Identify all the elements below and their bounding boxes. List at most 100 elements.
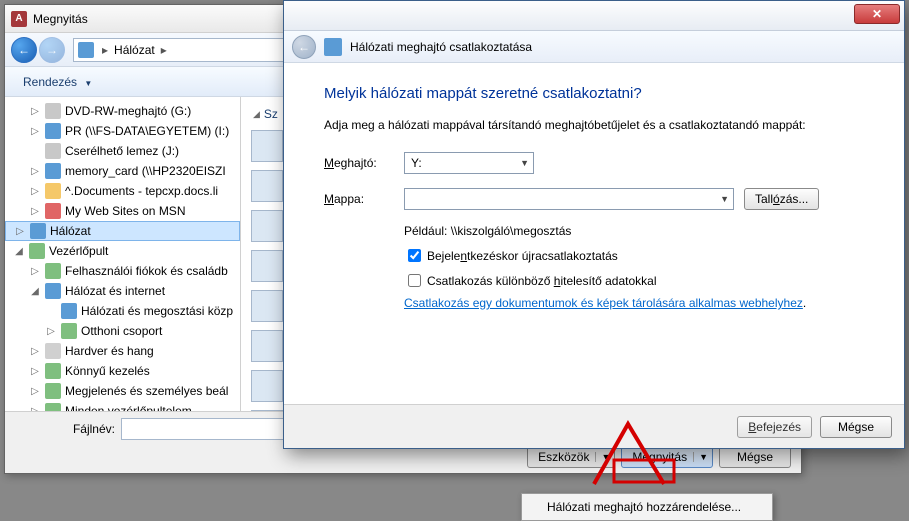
computer-icon (251, 330, 283, 362)
breadcrumb-root[interactable]: Hálózat (110, 43, 159, 57)
reconnect-checkbox[interactable]: Bejelentkezéskor újracsatlakoztatás (404, 246, 870, 265)
open-button-menu[interactable]: Hálózati meghajtó hozzárendelése... (521, 493, 773, 521)
tree-item[interactable]: ▷Felhasználói fiókok és családb (5, 261, 240, 281)
wizard-cancel-button[interactable]: Mégse (820, 416, 892, 438)
tree-item-label: Cserélhető lemez (J:) (65, 144, 179, 158)
tree-item-label: Hálózat (50, 224, 91, 238)
tree-item[interactable]: ▷Hardver és hang (5, 341, 240, 361)
disclosure-icon[interactable]: ▷ (29, 346, 41, 357)
ctrl-icon (45, 363, 61, 379)
wizard-back-button[interactable]: ← (292, 35, 316, 59)
computer-icon (251, 210, 283, 242)
network-drive-icon (324, 38, 342, 56)
example-hint: Például: \\kiszolgáló\megosztás (404, 224, 870, 238)
web-icon (45, 203, 61, 219)
tree-item-label: Otthoni csoport (81, 324, 162, 338)
disclosure-icon[interactable]: ▷ (29, 106, 41, 117)
folder-combo[interactable]: ▼ (404, 188, 734, 210)
tree-item[interactable]: ▷Megjelenés és személyes beál (5, 381, 240, 401)
other-credentials-checkbox[interactable]: Csatlakozás különböző hitelesítő adatokk… (404, 271, 870, 290)
ctrl-icon (45, 383, 61, 399)
tree-item[interactable]: Hálózati és megosztási közp (5, 301, 240, 321)
computer-icon (251, 290, 283, 322)
tree-item[interactable]: ◢ Vezérlőpult (5, 241, 240, 261)
tree-item[interactable]: ▷ Otthoni csoport (5, 321, 240, 341)
tree-item[interactable]: ▷ Minden vezérlőpultelem (5, 401, 240, 411)
tree-item-label: PR (\\FS-DATA\EGYETEM) (I:) (65, 124, 229, 138)
open-button[interactable]: Megnyitás ▼ (621, 446, 713, 468)
tree-item[interactable]: ◢ Hálózat és internet (5, 281, 240, 301)
disclosure-icon[interactable]: ◢ (13, 246, 25, 257)
tree-item-label: ^.Documents - tepcxp.docs.li (65, 184, 218, 198)
tree-item-label: My Web Sites on MSN (65, 204, 185, 218)
tree-item-label: Minden vezérlőpultelem (65, 404, 192, 411)
drive-icon (45, 103, 61, 119)
computer-icon (251, 250, 283, 282)
close-button[interactable]: ✕ (854, 4, 900, 24)
disclosure-icon[interactable]: ▷ (29, 206, 41, 217)
tree-item[interactable]: ▷ PR (\\FS-DATA\EGYETEM) (I:) (5, 121, 240, 141)
disclosure-icon[interactable]: ▷ (29, 406, 41, 412)
disclosure-icon[interactable]: ▷ (29, 386, 41, 397)
folder-tree[interactable]: ▷DVD-RW-meghajtó (G:)▷PR (\\FS-DATA\EGYE… (5, 97, 241, 411)
generic-icon (45, 343, 61, 359)
disclosure-icon[interactable]: ▷ (29, 186, 41, 197)
wizard-header: ← Hálózati meghajtó csatlakoztatása (284, 31, 904, 63)
nav-back-button[interactable]: ← (11, 37, 37, 63)
net-icon (30, 223, 46, 239)
disclosure-icon[interactable]: ◢ (29, 286, 41, 297)
tree-item[interactable]: ▷Könnyű kezelés (5, 361, 240, 381)
app-icon: A (11, 11, 27, 27)
wizard-titlebar[interactable]: ✕ (284, 1, 904, 31)
disclosure-icon[interactable]: ▷ (29, 166, 41, 177)
ctrl-icon (45, 403, 61, 411)
disclosure-icon[interactable]: ▷ (45, 326, 57, 337)
tree-item[interactable]: ▷ memory_card (\\HP2320EISZI (5, 161, 240, 181)
tree-item[interactable]: ▷ Hálózat (5, 221, 240, 241)
tree-item-label: Hálózat és internet (65, 284, 165, 298)
ctrl-icon (45, 263, 61, 279)
disclosure-icon[interactable]: ▷ (29, 126, 41, 137)
folder-icon (45, 183, 61, 199)
net-icon (45, 163, 61, 179)
net-icon (45, 283, 61, 299)
drive-combo[interactable]: Y: ▼ (404, 152, 534, 174)
ctrl-icon (61, 323, 77, 339)
folder-label: Mappa: (324, 192, 404, 206)
chevron-down-icon: ▼ (693, 452, 708, 462)
disclosure-icon[interactable]: ▷ (29, 266, 41, 277)
tools-button[interactable]: Eszközök ▼ (527, 446, 615, 468)
storage-website-link[interactable]: Csatlakozás egy dokumentumok és képek tá… (404, 296, 803, 310)
nav-forward-button[interactable]: → (39, 37, 65, 63)
filename-label: Fájlnév: (15, 422, 121, 436)
reconnect-input[interactable] (408, 249, 421, 262)
map-drive-wizard: ✕ ← Hálózati meghajtó csatlakoztatása Me… (283, 0, 905, 449)
tree-item[interactable]: Cserélhető lemez (J:) (5, 141, 240, 161)
tree-item[interactable]: ▷ ^.Documents - tepcxp.docs.li (5, 181, 240, 201)
finish-button[interactable]: Befejezés (737, 416, 812, 438)
chevron-down-icon: ▼ (595, 452, 610, 462)
tree-item-label: Vezérlőpult (49, 244, 108, 258)
net-icon (61, 303, 77, 319)
chevron-down-icon: ▼ (720, 194, 729, 204)
wizard-header-text: Hálózati meghajtó csatlakoztatása (350, 40, 532, 54)
browse-button[interactable]: Tallózás... (744, 188, 819, 210)
menu-item-map-drive[interactable]: Hálózati meghajtó hozzárendelése... (525, 497, 769, 517)
computer-icon (251, 130, 283, 162)
disclosure-icon[interactable]: ▷ (29, 366, 41, 377)
chevron-down-icon: ▼ (84, 79, 92, 88)
ctrl-icon (29, 243, 45, 259)
organize-button[interactable]: Rendezés ▼ (15, 72, 100, 92)
wizard-footer: Befejezés Mégse (284, 404, 904, 448)
cancel-button[interactable]: Mégse (719, 446, 791, 468)
drive-icon (45, 143, 61, 159)
tree-item[interactable]: ▷DVD-RW-meghajtó (G:) (5, 101, 240, 121)
tree-item-label: Hálózati és megosztási közp (81, 304, 233, 318)
net-icon (45, 123, 61, 139)
tree-item-label: memory_card (\\HP2320EISZI (65, 164, 226, 178)
computer-icon (251, 370, 283, 402)
network-icon (78, 42, 94, 58)
tree-item[interactable]: ▷ My Web Sites on MSN (5, 201, 240, 221)
othercred-input[interactable] (408, 274, 421, 287)
disclosure-icon[interactable]: ▷ (14, 226, 26, 237)
